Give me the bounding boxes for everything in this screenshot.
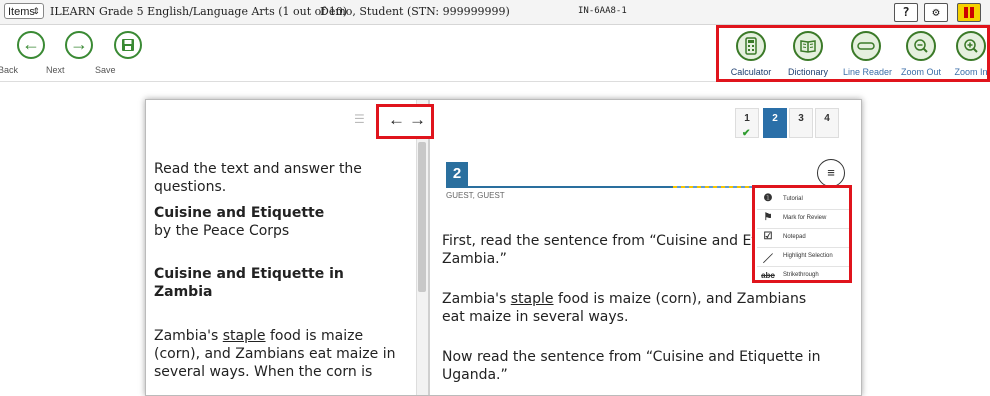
question-tab-3[interactable]: 3 (789, 108, 813, 138)
settings-button[interactable]: ⚙ (924, 3, 948, 22)
passage-instructions: Read the text and answer the questions. (154, 161, 362, 195)
drag-handle-icon[interactable]: ☰ (354, 112, 365, 126)
items-dropdown[interactable]: Items ⇕ (4, 3, 44, 19)
question-tab-3-label: 3 (798, 113, 804, 124)
updown-icon: ⇕ (32, 6, 40, 16)
question-tab-4-label: 4 (824, 113, 830, 124)
glossary-word-staple-q[interactable]: staple (511, 291, 554, 307)
passage-byline: by the Peace Corps (154, 223, 290, 239)
menu-item-label: Tutorial (783, 196, 803, 202)
next-label: Next (46, 65, 65, 75)
menu-item-strikethrough[interactable]: abc Strikethrough (757, 266, 849, 285)
items-label: Items (8, 6, 35, 18)
question-tab-2-label: 2 (772, 113, 778, 124)
top-bar: Items ⇕ ILEARN Grade 5 English/Language … (0, 0, 990, 25)
menu-item-label: Highlight Selection (783, 253, 833, 259)
pane-divider (428, 100, 430, 395)
arrow-left-icon: ← (22, 34, 40, 54)
passage-scroll-thumb[interactable] (418, 142, 426, 292)
question-quote: Zambia's staple food is maize (corn), an… (442, 290, 827, 326)
menu-icon: ≡ (827, 165, 835, 180)
menu-item-highlight[interactable]: ／ Highlight Selection (757, 247, 849, 267)
info-icon: ❶ (763, 193, 773, 204)
question-number: 2 (446, 162, 468, 186)
question-context-menu: ❶ Tutorial ⚑ Mark for Review ☑ Notepad ／… (752, 185, 852, 283)
student-info: Demo, Student (STN: 999999999) (320, 5, 510, 18)
pause-button[interactable] (957, 3, 981, 22)
section-heading: Cuisine and Etiquette in Zambia (154, 266, 344, 300)
progress-dots (673, 186, 753, 188)
highlighter-icon: ／ (763, 254, 773, 265)
passage-body-pre: Zambia's (154, 328, 223, 344)
question-tab-4[interactable]: 4 (815, 108, 839, 138)
save-disk-icon (122, 39, 134, 51)
question-menu-button[interactable]: ≡ (817, 159, 845, 187)
question-quote-pre: Zambia's (442, 291, 511, 307)
menu-item-notepad[interactable]: ☑ Notepad (757, 228, 849, 248)
question-tab-2[interactable]: 2 (763, 108, 787, 138)
save-label: Save (95, 65, 116, 75)
arrow-right-icon: → (70, 34, 88, 54)
tools-highlight-box (716, 25, 990, 82)
session-code: IN-6AA8-1 (578, 6, 627, 16)
expand-handle-box: ← → (376, 104, 434, 139)
question-tab-1[interactable]: 1 ✔ (735, 108, 759, 139)
arrow-left-icon[interactable]: ← (388, 110, 405, 130)
passage-body: Zambia's staple food is maize (corn), an… (154, 327, 412, 381)
flag-icon: ⚑ (763, 212, 773, 223)
question-line-2: Now read the sentence from “Cuisine and … (442, 349, 821, 383)
save-button[interactable]: Save (95, 31, 151, 75)
menu-item-label: Strikethrough (783, 272, 819, 278)
menu-item-label: Notepad (783, 234, 806, 240)
help-button[interactable]: ? (894, 3, 918, 22)
glossary-word-staple[interactable]: staple (223, 328, 266, 344)
passage-title: Cuisine and Etiquette (154, 205, 325, 221)
menu-item-mark-for-review[interactable]: ⚑ Mark for Review (757, 209, 849, 229)
guest-label: GUEST, GUEST (446, 191, 505, 200)
notepad-icon: ☑ (763, 231, 773, 242)
arrow-right-icon[interactable]: → (409, 110, 426, 130)
menu-item-label: Mark for Review (783, 215, 827, 221)
passage-pane: ☰ Read the text and answer the questions… (146, 100, 416, 395)
test-title: ILEARN Grade 5 English/Language Arts (1 … (50, 5, 348, 18)
question-tab-1-label: 1 (744, 113, 750, 124)
strikethrough-icon: abc (761, 271, 775, 280)
menu-item-tutorial[interactable]: ❶ Tutorial (757, 190, 849, 210)
gear-icon: ⚙ (932, 5, 940, 19)
check-icon: ✔ (742, 128, 751, 139)
